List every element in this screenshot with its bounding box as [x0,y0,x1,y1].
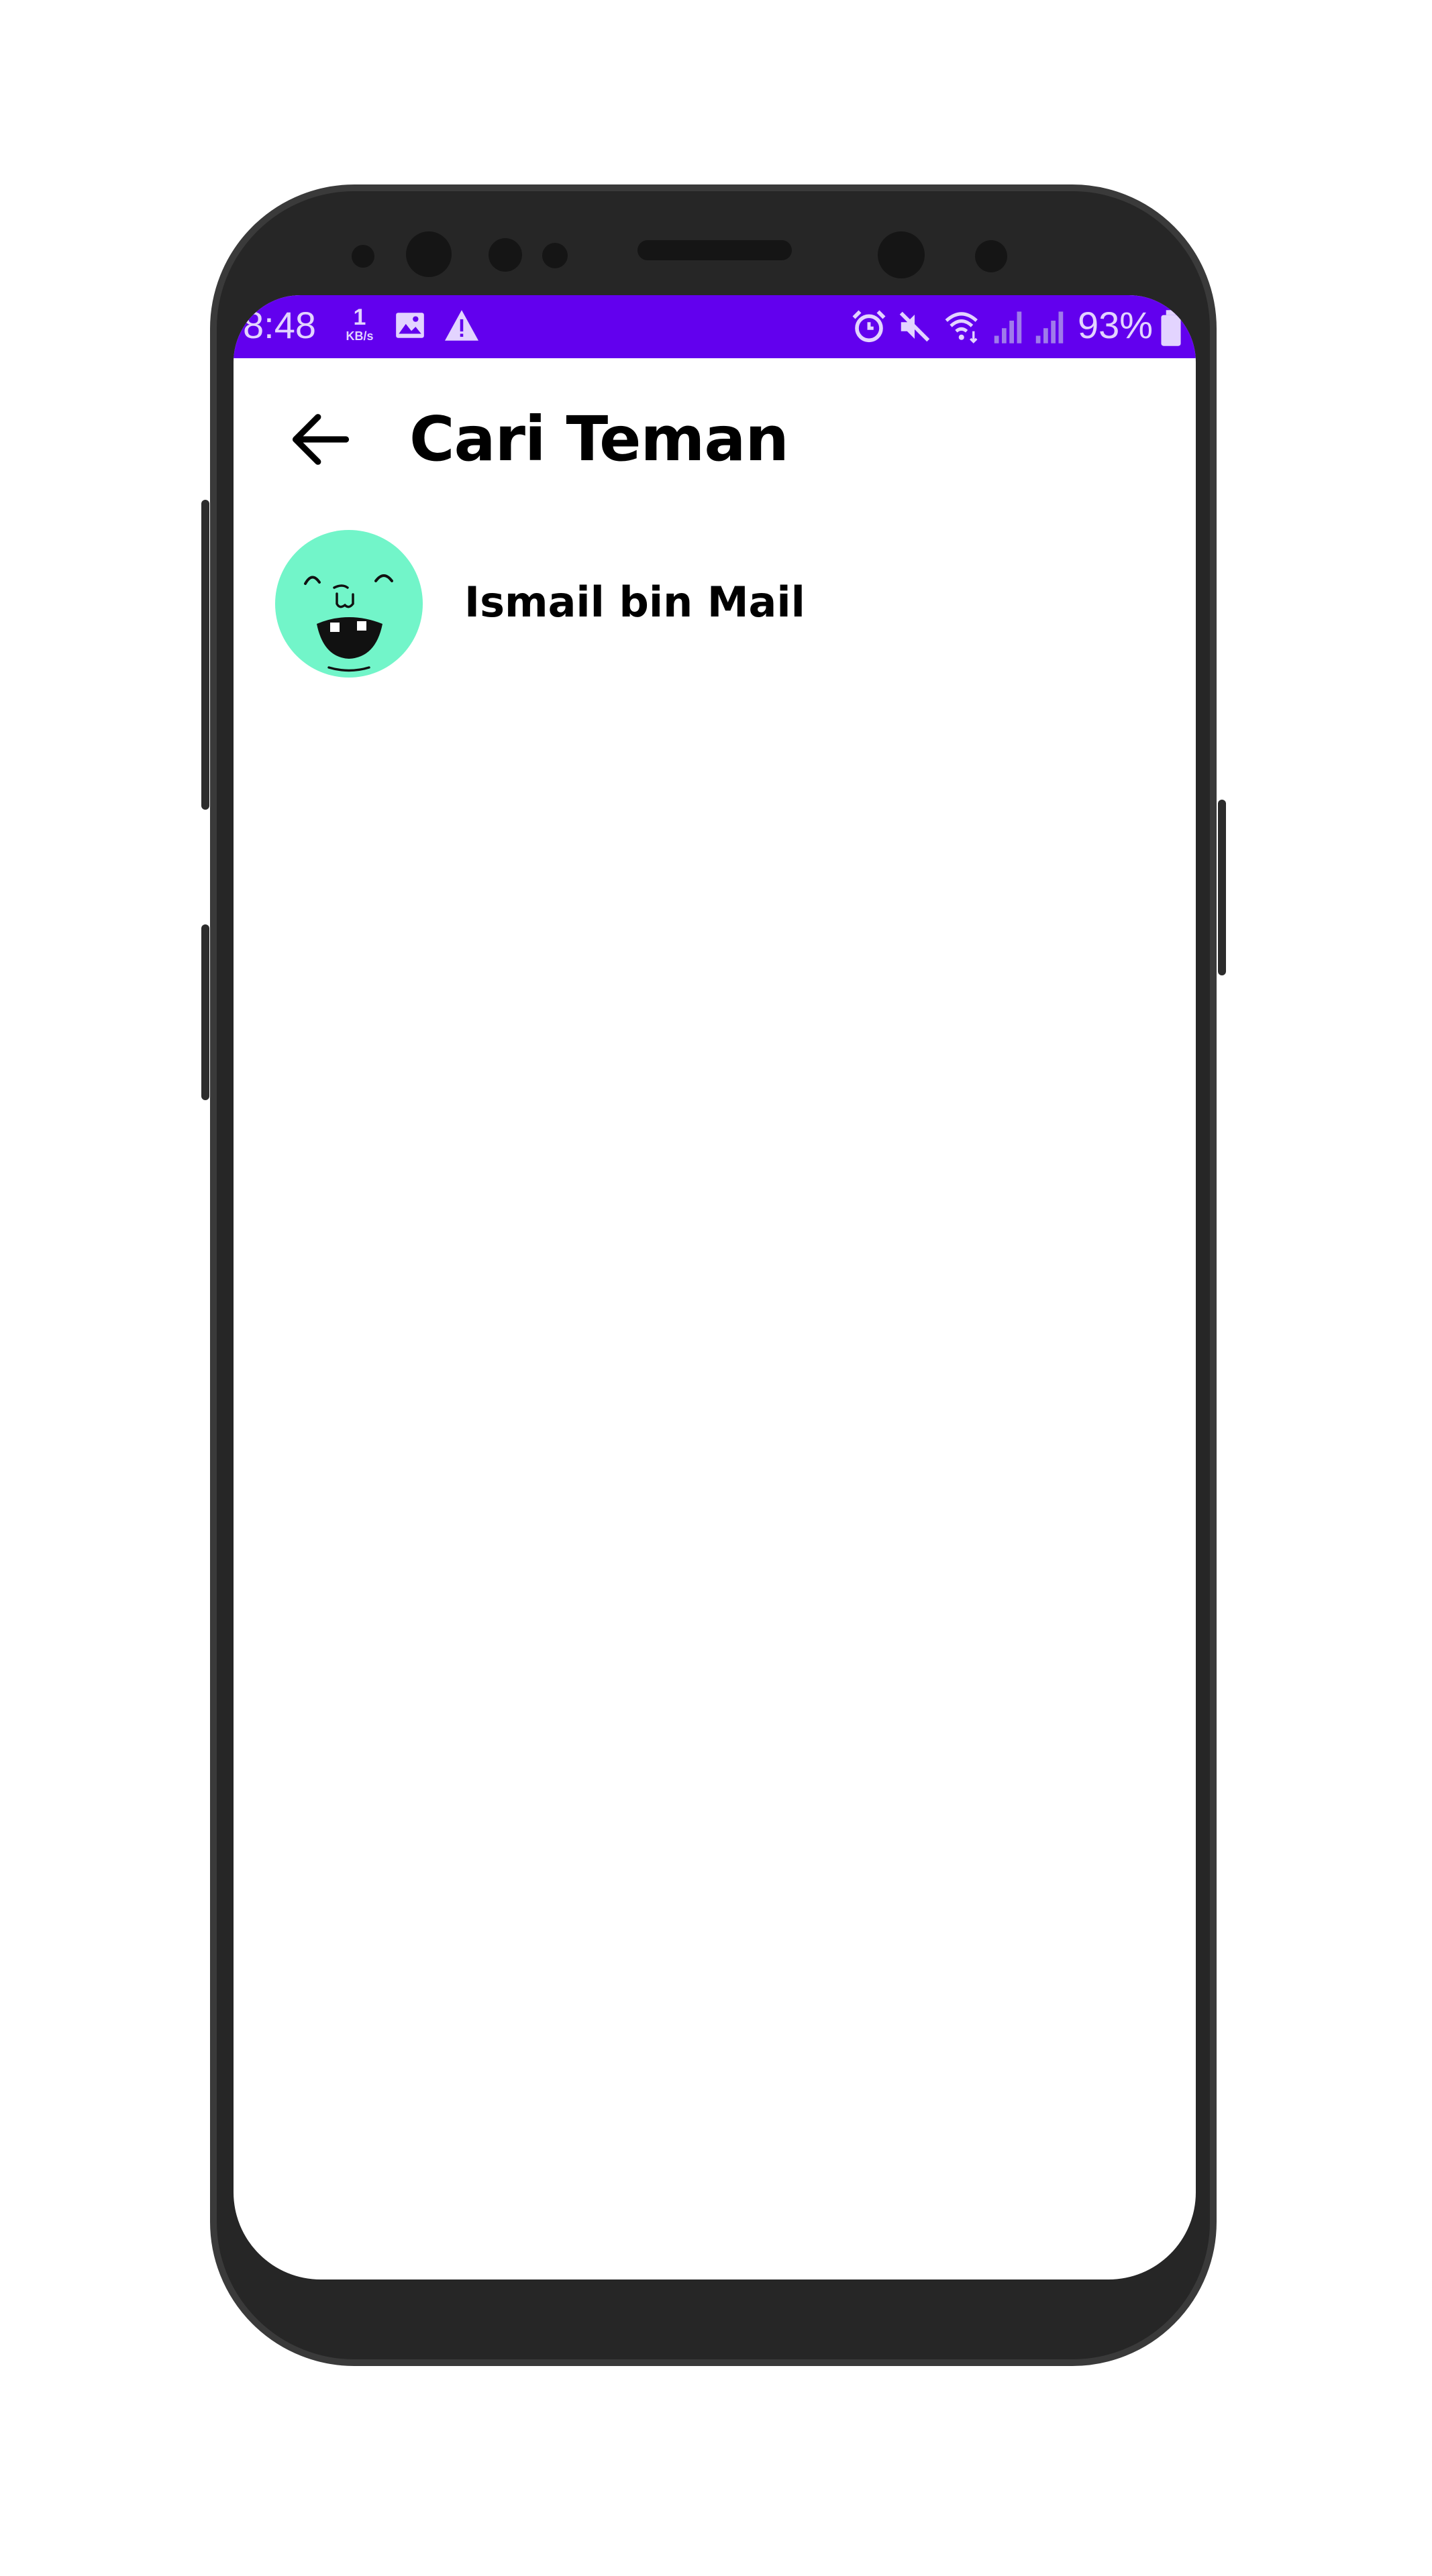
status-bar: 8:48 1 KB/s 93% [234,295,1196,358]
signal-icon [994,311,1022,343]
mute-icon [899,311,930,342]
sensor-dot [542,243,568,268]
volume-up-button [201,500,209,810]
laughing-face-avatar [304,574,393,672]
earpiece-speaker [637,240,792,260]
alarm-icon [852,310,886,343]
friend-list-item[interactable]: Ismail bin Mail [234,530,1196,704]
status-time: 8:48 [243,304,316,346]
power-button [1218,800,1226,975]
sensor-dot [489,238,522,272]
sensor-dot [975,240,1007,272]
battery-icon [1161,310,1181,346]
battery-percent: 93% [1078,304,1154,346]
warning-icon [445,310,478,341]
gallery-icon [396,313,424,338]
iris-scanner [878,231,925,278]
wifi-icon [945,312,978,343]
network-speed-unit: KB/s [346,329,374,343]
arrow-left-icon [292,414,350,465]
friend-name: Ismail bin Mail [464,578,805,627]
front-camera [406,231,452,277]
signal-icon [1035,311,1064,343]
back-button[interactable] [274,392,368,486]
device-screen: 8:48 1 KB/s 93% Cari Teman Ismail bin Ma… [234,295,1196,2279]
avatar [275,530,423,678]
network-speed-value: 1 [353,305,366,330]
volume-down-button [201,924,209,1100]
network-speed: 1 KB/s [340,306,380,342]
sensor-dot [352,245,374,268]
page-title: Cari Teman [409,403,789,475]
